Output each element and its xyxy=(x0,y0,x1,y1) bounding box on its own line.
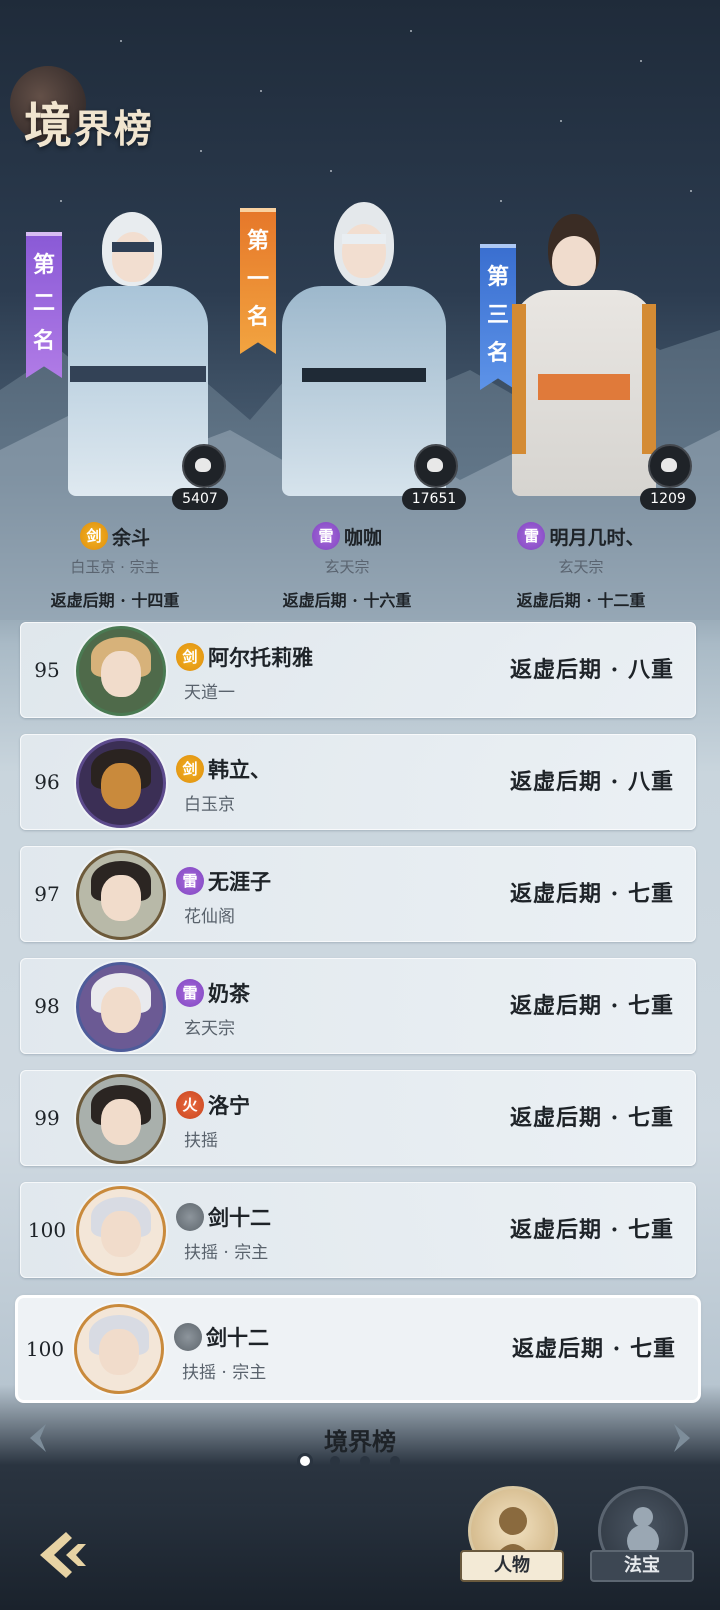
player-name: 剑十二 xyxy=(208,1205,271,1230)
fire-element-icon: 火 xyxy=(176,1091,204,1119)
player-level: 返虚后期 · 八重 xyxy=(510,657,674,683)
neutral-element-icon xyxy=(174,1323,202,1351)
player-level: 返虚后期 · 八重 xyxy=(510,769,674,795)
my-ranking-row[interactable]: 100 剑十二 扶摇 · 宗主 返虚后期 · 七重 xyxy=(18,1298,698,1400)
rank-number: 100 xyxy=(25,1337,65,1361)
avatar[interactable] xyxy=(76,738,166,828)
player-sect: 天道一 xyxy=(184,683,235,703)
page-dot[interactable] xyxy=(300,1456,310,1466)
treasure-tab-label[interactable]: 法宝 xyxy=(590,1550,694,1582)
player-level: 返虚后期 · 七重 xyxy=(510,1217,674,1243)
page-dot[interactable] xyxy=(360,1456,370,1466)
player-level: 返虚后期 · 十六重 xyxy=(282,591,412,610)
ranking-row[interactable]: 99 火洛宁 扶摇 返虚后期 · 七重 xyxy=(20,1070,696,1166)
ranking-row[interactable]: 100 剑十二 扶摇 · 宗主 返虚后期 · 七重 xyxy=(20,1182,696,1278)
player-sect: 白玉京 xyxy=(184,795,235,815)
page-dot[interactable] xyxy=(390,1456,400,1466)
player-sect: 玄天宗 xyxy=(184,1019,235,1039)
ranking-row[interactable]: 98 雷奶茶 玄天宗 返虚后期 · 七重 xyxy=(20,958,696,1054)
rank-2-score: 5407 xyxy=(172,488,228,510)
avatar[interactable] xyxy=(76,962,166,1052)
player-sect: 白玉京 · 宗主 xyxy=(70,558,160,576)
player-level: 返虚后期 · 七重 xyxy=(510,1105,674,1131)
player-name: 洛宁 xyxy=(208,1093,250,1118)
page-indicator xyxy=(300,1456,400,1466)
page-title: 境界榜 xyxy=(24,98,155,154)
player-name: 韩立、 xyxy=(208,757,271,782)
people-tab-label[interactable]: 人物 xyxy=(460,1550,564,1582)
power-icon xyxy=(414,444,458,488)
back-arrow-icon[interactable] xyxy=(32,1526,96,1584)
player-name: 咖咖 xyxy=(343,526,382,549)
thunder-element-icon: 雷 xyxy=(176,979,204,1007)
player-name: 余斗 xyxy=(111,526,150,549)
player-name: 阿尔托莉雅 xyxy=(208,645,313,670)
ranking-row[interactable]: 96 剑韩立、 白玉京 返虚后期 · 八重 xyxy=(20,734,696,830)
thunder-element-icon: 雷 xyxy=(311,522,340,550)
avatar[interactable] xyxy=(76,1074,166,1164)
player-level: 返虚后期 · 七重 xyxy=(510,993,674,1019)
sword-element-icon: 剑 xyxy=(176,643,204,671)
player-name: 剑十二 xyxy=(206,1325,269,1350)
player-level: 返虚后期 · 七重 xyxy=(512,1336,676,1362)
rank-1-info[interactable]: 雷咖咖 玄天宗 返虚后期 · 十六重 xyxy=(232,522,462,611)
rank-number: 97 xyxy=(34,882,60,906)
next-page-arrow-icon[interactable] xyxy=(662,1420,698,1456)
thunder-element-icon: 雷 xyxy=(517,522,546,550)
neutral-element-icon xyxy=(176,1203,204,1231)
player-level: 返虚后期 · 十二重 xyxy=(516,591,646,610)
player-name: 无涯子 xyxy=(208,869,271,894)
rank-number: 96 xyxy=(34,770,60,794)
player-level: 返虚后期 · 七重 xyxy=(510,881,674,907)
rank-number: 99 xyxy=(34,1106,60,1130)
rank-1-score: 17651 xyxy=(402,488,466,510)
power-icon xyxy=(648,444,692,488)
avatar[interactable] xyxy=(76,626,166,716)
page-dot[interactable] xyxy=(330,1456,340,1466)
rank-number: 95 xyxy=(34,658,60,682)
rank-number: 98 xyxy=(34,994,60,1018)
player-level: 返虚后期 · 十四重 xyxy=(50,591,180,610)
sword-element-icon: 剑 xyxy=(79,522,108,550)
player-name: 奶茶 xyxy=(208,981,250,1006)
rank-3-info[interactable]: 雷明月几时、 玄天宗 返虚后期 · 十二重 xyxy=(466,522,696,611)
player-name: 明月几时、 xyxy=(549,526,645,549)
thunder-element-icon: 雷 xyxy=(176,867,204,895)
avatar[interactable] xyxy=(74,1304,164,1394)
player-sect: 扶摇 · 宗主 xyxy=(184,1243,269,1263)
power-icon xyxy=(182,444,226,488)
ranking-row[interactable]: 97 雷无涯子 花仙阁 返虚后期 · 七重 xyxy=(20,846,696,942)
player-sect: 扶摇 xyxy=(184,1131,218,1151)
sword-element-icon: 剑 xyxy=(176,755,204,783)
player-sect: 玄天宗 xyxy=(324,558,370,576)
rank-3-score: 1209 xyxy=(640,488,696,510)
avatar[interactable] xyxy=(76,1186,166,1276)
player-sect: 花仙阁 xyxy=(184,907,235,927)
rank-2-info[interactable]: 剑余斗 白玉京 · 宗主 返虚后期 · 十四重 xyxy=(0,522,230,611)
list-title: 境界榜 xyxy=(324,1427,396,1456)
rank-3-character[interactable] xyxy=(494,214,674,496)
ranking-row[interactable]: 95 剑阿尔托莉雅 天道一 返虚后期 · 八重 xyxy=(20,622,696,718)
rank-number: 100 xyxy=(27,1218,67,1242)
player-sect: 玄天宗 xyxy=(558,558,604,576)
player-sect: 扶摇 · 宗主 xyxy=(182,1363,267,1383)
avatar[interactable] xyxy=(76,850,166,940)
